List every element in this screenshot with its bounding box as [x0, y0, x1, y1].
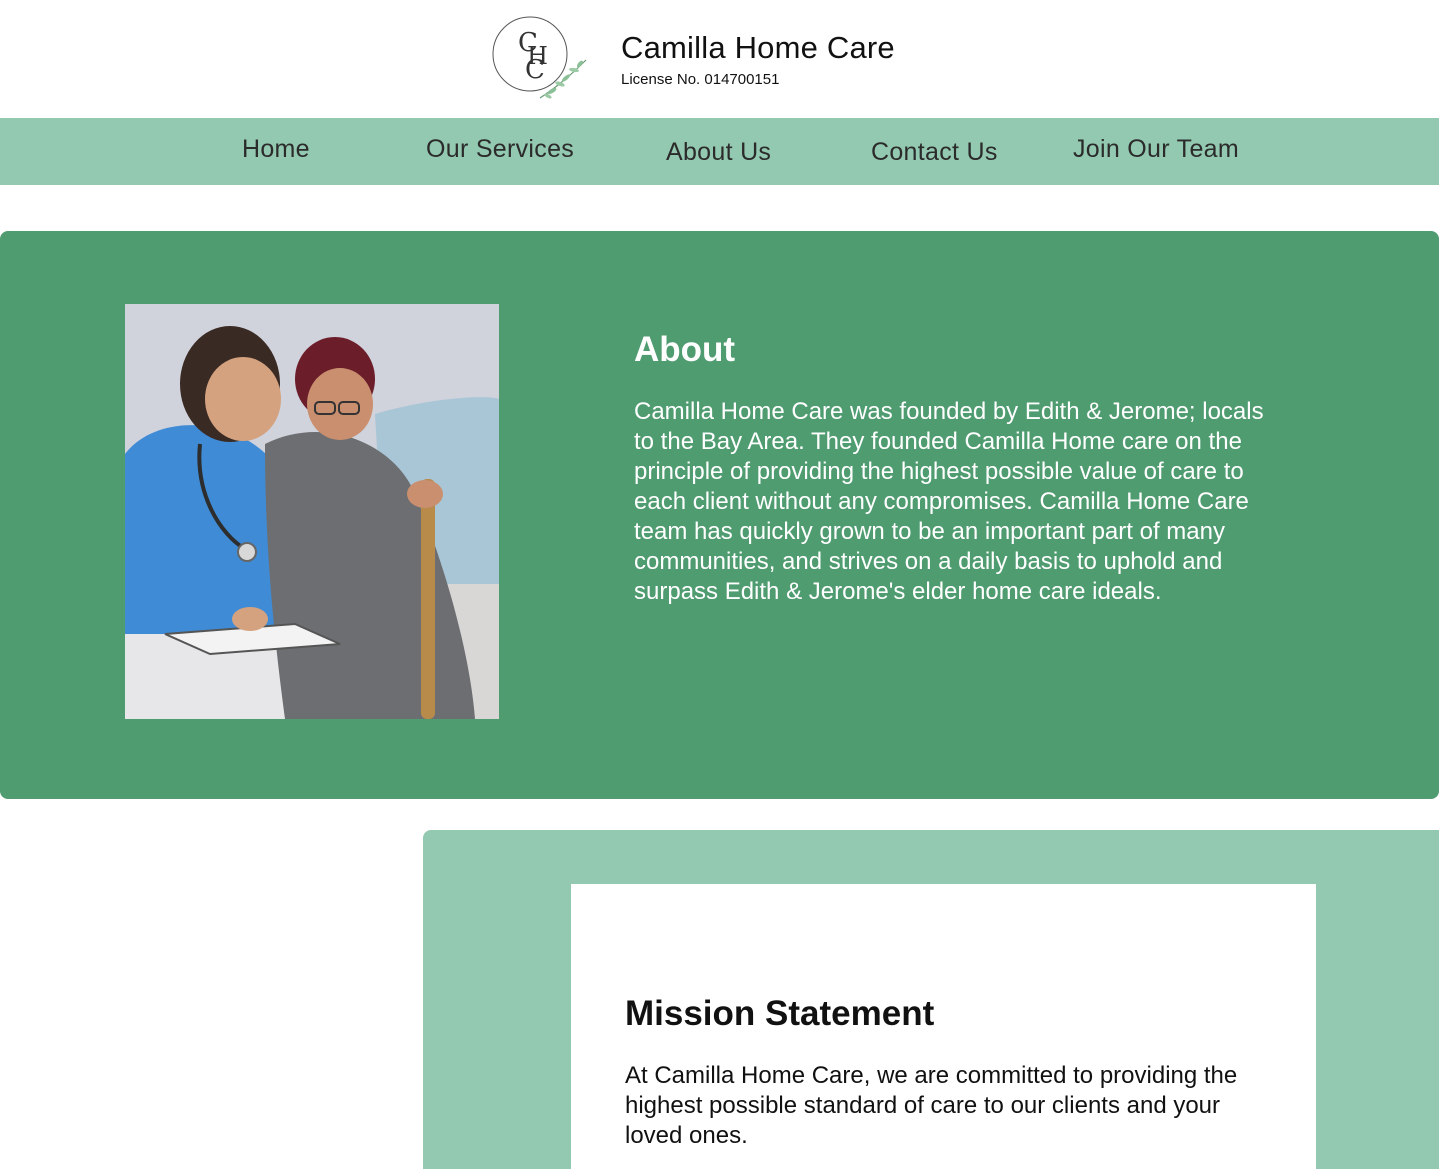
nav-item-contact-us[interactable]: Contact Us — [871, 138, 998, 167]
mission-section: Mission Statement At Camilla Home Care, … — [423, 830, 1439, 1169]
about-section: About Camilla Home Care was founded by E… — [0, 231, 1439, 799]
nav-item-home[interactable]: Home — [242, 135, 310, 164]
about-text: Camilla Home Care was founded by Edith &… — [634, 398, 1264, 605]
page: C H C Camilla Home Care License No. 0147… — [0, 0, 1439, 1169]
about-heading: About — [634, 330, 736, 369]
caregiver-with-client-image — [125, 304, 499, 719]
company-name: Camilla Home Care — [621, 30, 895, 65]
nav-item-about-us[interactable]: About Us — [666, 138, 771, 167]
logo-emblem-icon: C H C — [492, 16, 587, 99]
mission-heading: Mission Statement — [625, 994, 935, 1033]
main-nav: Home Our Services About Us Contact Us Jo… — [0, 118, 1439, 185]
mission-text: At Camilla Home Care, we are committed t… — [625, 1062, 1238, 1149]
caregiver-photo — [125, 304, 499, 719]
site-header: C H C Camilla Home Care License No. 0147… — [0, 0, 1439, 118]
nav-item-our-services[interactable]: Our Services — [426, 135, 574, 164]
svg-text:C: C — [525, 55, 545, 85]
license-number: License No. 014700151 — [621, 71, 780, 88]
company-logo[interactable]: C H C — [492, 16, 588, 102]
mission-card: Mission Statement At Camilla Home Care, … — [571, 884, 1316, 1169]
nav-item-join-our-team[interactable]: Join Our Team — [1073, 135, 1239, 164]
